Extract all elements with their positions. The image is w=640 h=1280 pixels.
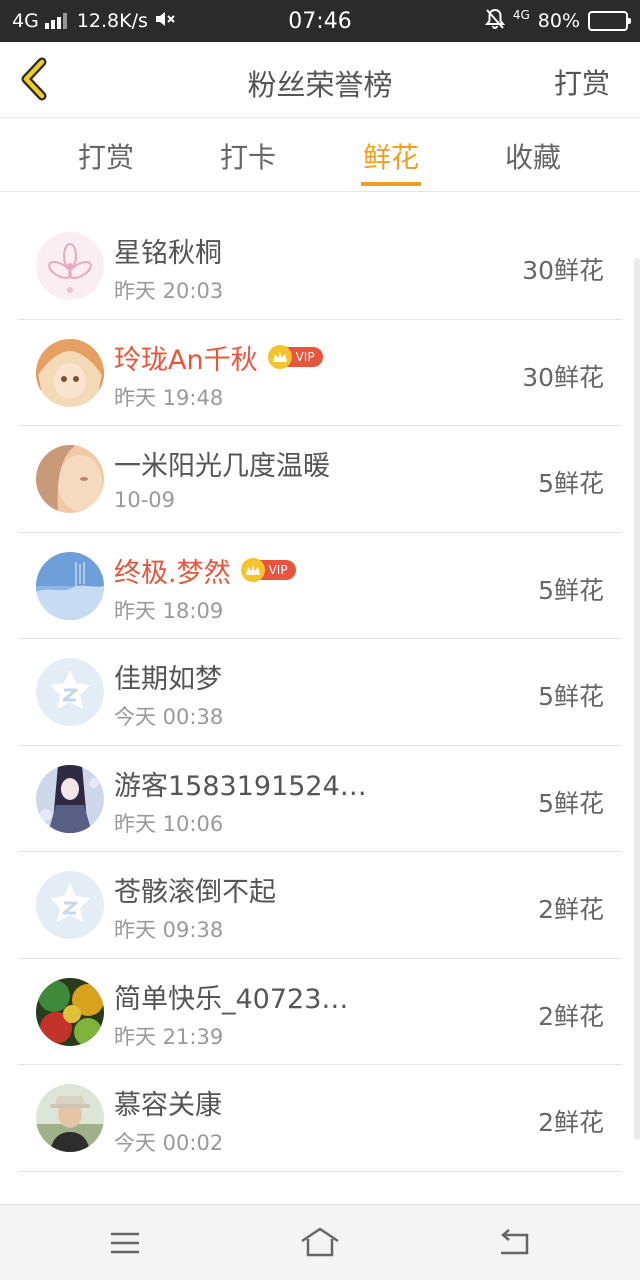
list-item[interactable]: 苍骸滚倒不起 昨天 09:38 2鲜花 [18, 852, 622, 959]
avatar[interactable] [36, 658, 104, 726]
status-bar: 4G 12.8K/s 07:46 4G 80% [0, 0, 640, 42]
avatar[interactable] [36, 871, 104, 939]
avatar[interactable] [36, 232, 104, 300]
tab-favorites[interactable]: 收藏 [493, 136, 573, 176]
avatar[interactable] [36, 338, 104, 407]
flower-amount: 2鲜花 [538, 895, 604, 924]
name-line: 佳期如梦 [114, 657, 222, 696]
avatar[interactable] [36, 977, 104, 1046]
list-item[interactable]: 一米阳光几度温暖 10-09 5鲜花 [18, 426, 622, 533]
name-line: 简单快乐_40723… [114, 977, 348, 1016]
avatar[interactable] [36, 764, 104, 833]
flower-amount: 5鲜花 [538, 788, 604, 818]
list-item[interactable]: 终极.梦然 VIP 昨天 18:09 5鲜花 [18, 533, 622, 639]
active-tab-indicator [361, 182, 421, 186]
user-name[interactable]: 简单快乐_40723… [114, 977, 348, 1016]
flower-amount: 5鲜花 [538, 469, 604, 498]
flower-amount: 5鲜花 [538, 682, 604, 711]
avatar[interactable] [36, 445, 104, 513]
tab-bar: 打赏 打卡 鲜花 收藏 [0, 118, 640, 192]
vip-badge: VIP [267, 345, 323, 369]
avatar[interactable] [36, 1084, 104, 1152]
tab-flowers[interactable]: 鲜花 [351, 136, 431, 176]
system-nav-bar [0, 1204, 640, 1280]
list-item[interactable]: 玲珑An千秋 VIP 昨天 19:48 30鲜花 [18, 320, 622, 426]
name-line: 星铭秋桐 [114, 231, 222, 270]
name-line: 苍骸滚倒不起 [114, 870, 276, 909]
return-icon [501, 1229, 529, 1255]
user-name[interactable]: 慕容关康 [114, 1083, 222, 1122]
timestamp: 昨天 19:48 [114, 385, 224, 410]
menu-button[interactable] [105, 1225, 145, 1261]
timestamp: 今天 00:38 [114, 705, 224, 729]
home-icon [301, 1227, 339, 1257]
nav-header: 粉丝荣誉榜 打赏 [0, 42, 640, 118]
vip-badge: VIP [240, 558, 296, 582]
home-button[interactable] [300, 1225, 340, 1261]
name-line: 终极.梦然 VIP [114, 551, 296, 590]
scrollbar[interactable] [634, 258, 640, 1140]
user-name[interactable]: 终极.梦然 [114, 551, 231, 590]
timestamp: 昨天 18:09 [114, 598, 224, 623]
tab-reward[interactable]: 打赏 [66, 136, 146, 176]
user-name[interactable]: 佳期如梦 [114, 657, 222, 696]
battery-percent: 80% [537, 10, 580, 32]
name-line: 一米阳光几度温暖 [114, 444, 330, 483]
flower-amount: 30鲜花 [522, 362, 604, 392]
flower-amount: 5鲜花 [538, 575, 604, 605]
status-right: 4G 80% [484, 8, 631, 35]
user-name[interactable]: 玲珑An千秋 [114, 338, 258, 377]
user-name[interactable]: 一米阳光几度温暖 [114, 444, 330, 483]
list-item[interactable]: 佳期如梦 今天 00:38 5鲜花 [18, 639, 622, 746]
timestamp: 昨天 20:03 [114, 279, 224, 303]
mobile-data-tag: 4G [512, 8, 530, 22]
flower-amount: 30鲜花 [522, 256, 604, 285]
flower-amount: 2鲜花 [538, 1001, 604, 1031]
timestamp: 今天 00:02 [114, 1131, 224, 1155]
page-title: 粉丝荣誉榜 [247, 68, 393, 102]
timestamp: 昨天 09:38 [114, 918, 224, 942]
list-item[interactable]: 星铭秋桐 昨天 20:03 30鲜花 [18, 213, 622, 320]
back-button[interactable] [14, 56, 60, 102]
name-line: 玲珑An千秋 VIP [114, 338, 323, 377]
notification-off-icon [484, 8, 505, 35]
name-line: 慕容关康 [114, 1083, 222, 1122]
reward-button[interactable]: 打赏 [554, 62, 610, 102]
back-arrow-icon [21, 57, 47, 101]
crown-icon [267, 345, 292, 369]
fan-list: 星铭秋桐 昨天 20:03 30鲜花 玲珑An千秋 VIP 昨天 19:48 30… [18, 213, 622, 1172]
timestamp: 昨天 21:39 [114, 1024, 224, 1049]
crown-icon [240, 558, 265, 582]
tab-checkin[interactable]: 打卡 [208, 136, 288, 176]
timestamp: 10-09 [114, 488, 176, 512]
user-name[interactable]: 游客1583191524… [114, 764, 367, 803]
list-item[interactable]: 慕容关康 今天 00:02 2鲜花 [18, 1065, 622, 1172]
name-line: 游客1583191524… [114, 764, 367, 803]
back-system-button[interactable] [495, 1225, 535, 1261]
user-name[interactable]: 苍骸滚倒不起 [114, 870, 276, 909]
avatar[interactable] [36, 551, 104, 620]
user-name[interactable]: 星铭秋桐 [114, 231, 222, 270]
battery-icon [588, 11, 631, 31]
flower-amount: 2鲜花 [538, 1108, 604, 1137]
list-item[interactable]: 简单快乐_40723… 昨天 21:39 2鲜花 [18, 959, 622, 1065]
list-item[interactable]: 游客1583191524… 昨天 10:06 5鲜花 [18, 746, 622, 852]
menu-icon [111, 1232, 139, 1254]
timestamp: 昨天 10:06 [114, 811, 224, 836]
